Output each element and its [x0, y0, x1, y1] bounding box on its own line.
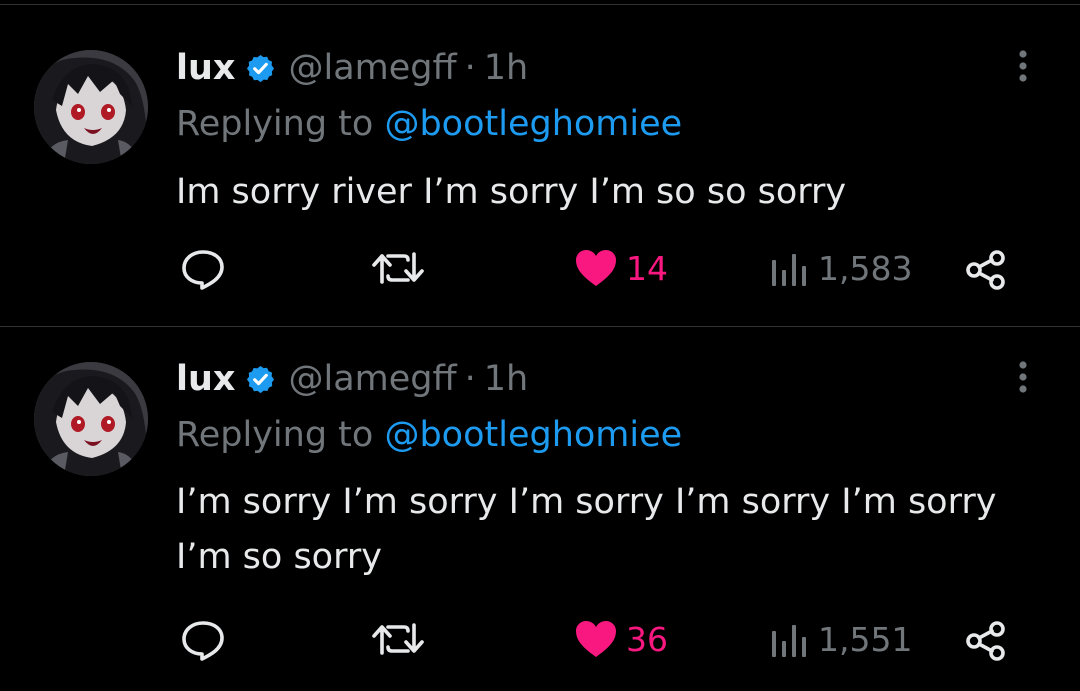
author-handle[interactable]: @lamegff [289, 48, 457, 88]
retweet-icon [368, 248, 428, 288]
retweet-icon [368, 619, 428, 659]
timestamp[interactable]: 1h [484, 359, 528, 399]
share-button[interactable] [964, 248, 1008, 292]
tweet-header: lux @lamegff · 1h [176, 357, 528, 401]
views-bar-chart-icon [768, 619, 808, 659]
like-button[interactable]: 36 [574, 619, 668, 659]
like-count: 14 [626, 248, 668, 288]
retweet-button[interactable] [368, 248, 428, 288]
avatar[interactable] [34, 362, 148, 476]
views-button[interactable]: 1,551 [768, 619, 912, 659]
separator-dot: · [464, 359, 476, 399]
replying-to-line: Replying to @bootleghomiee [176, 104, 682, 144]
author-name[interactable]: lux [176, 359, 236, 399]
replying-to-mention[interactable]: @bootleghomiee [384, 104, 682, 144]
separator-dot: · [464, 48, 476, 88]
share-icon [964, 248, 1008, 292]
share-button[interactable] [964, 619, 1008, 663]
replying-to-label: Replying to [176, 104, 374, 144]
share-icon [964, 619, 1008, 663]
reply-button[interactable] [180, 248, 226, 290]
like-button[interactable]: 14 [574, 248, 668, 288]
verified-badge-icon [245, 364, 276, 395]
reply-bubble-icon [180, 619, 226, 661]
view-count: 1,583 [818, 248, 913, 288]
replying-to-line: Replying to @bootleghomiee [176, 415, 682, 455]
reply-bubble-icon [180, 248, 226, 290]
views-button[interactable]: 1,583 [768, 248, 912, 288]
replying-to-label: Replying to [176, 415, 374, 455]
more-options-icon[interactable] [1008, 46, 1038, 86]
replying-to-mention[interactable]: @bootleghomiee [384, 415, 682, 455]
reply-button[interactable] [180, 619, 226, 661]
views-bar-chart-icon [768, 248, 808, 288]
like-count: 36 [626, 619, 668, 659]
author-name[interactable]: lux [176, 48, 236, 88]
tweet-header: lux @lamegff · 1h [176, 46, 528, 90]
author-handle[interactable]: @lamegff [289, 359, 457, 399]
tweet[interactable]: lux @lamegff · 1h Replying to @bootlegho… [0, 0, 1080, 326]
tweet[interactable]: lux @lamegff · 1h Replying to @bootlegho… [0, 327, 1080, 691]
retweet-button[interactable] [368, 619, 428, 659]
timestamp[interactable]: 1h [484, 48, 528, 88]
more-options-icon[interactable] [1008, 357, 1038, 397]
tweet-text: Im sorry river I’m sorry I’m so so sorry [176, 172, 847, 212]
heart-filled-icon [574, 248, 618, 288]
avatar[interactable] [34, 50, 148, 164]
view-count: 1,551 [818, 619, 913, 659]
verified-badge-icon [245, 53, 276, 84]
heart-filled-icon [574, 619, 618, 659]
tweet-text: I’m sorry I’m sorry I’m sorry I’m sorry … [176, 482, 997, 577]
